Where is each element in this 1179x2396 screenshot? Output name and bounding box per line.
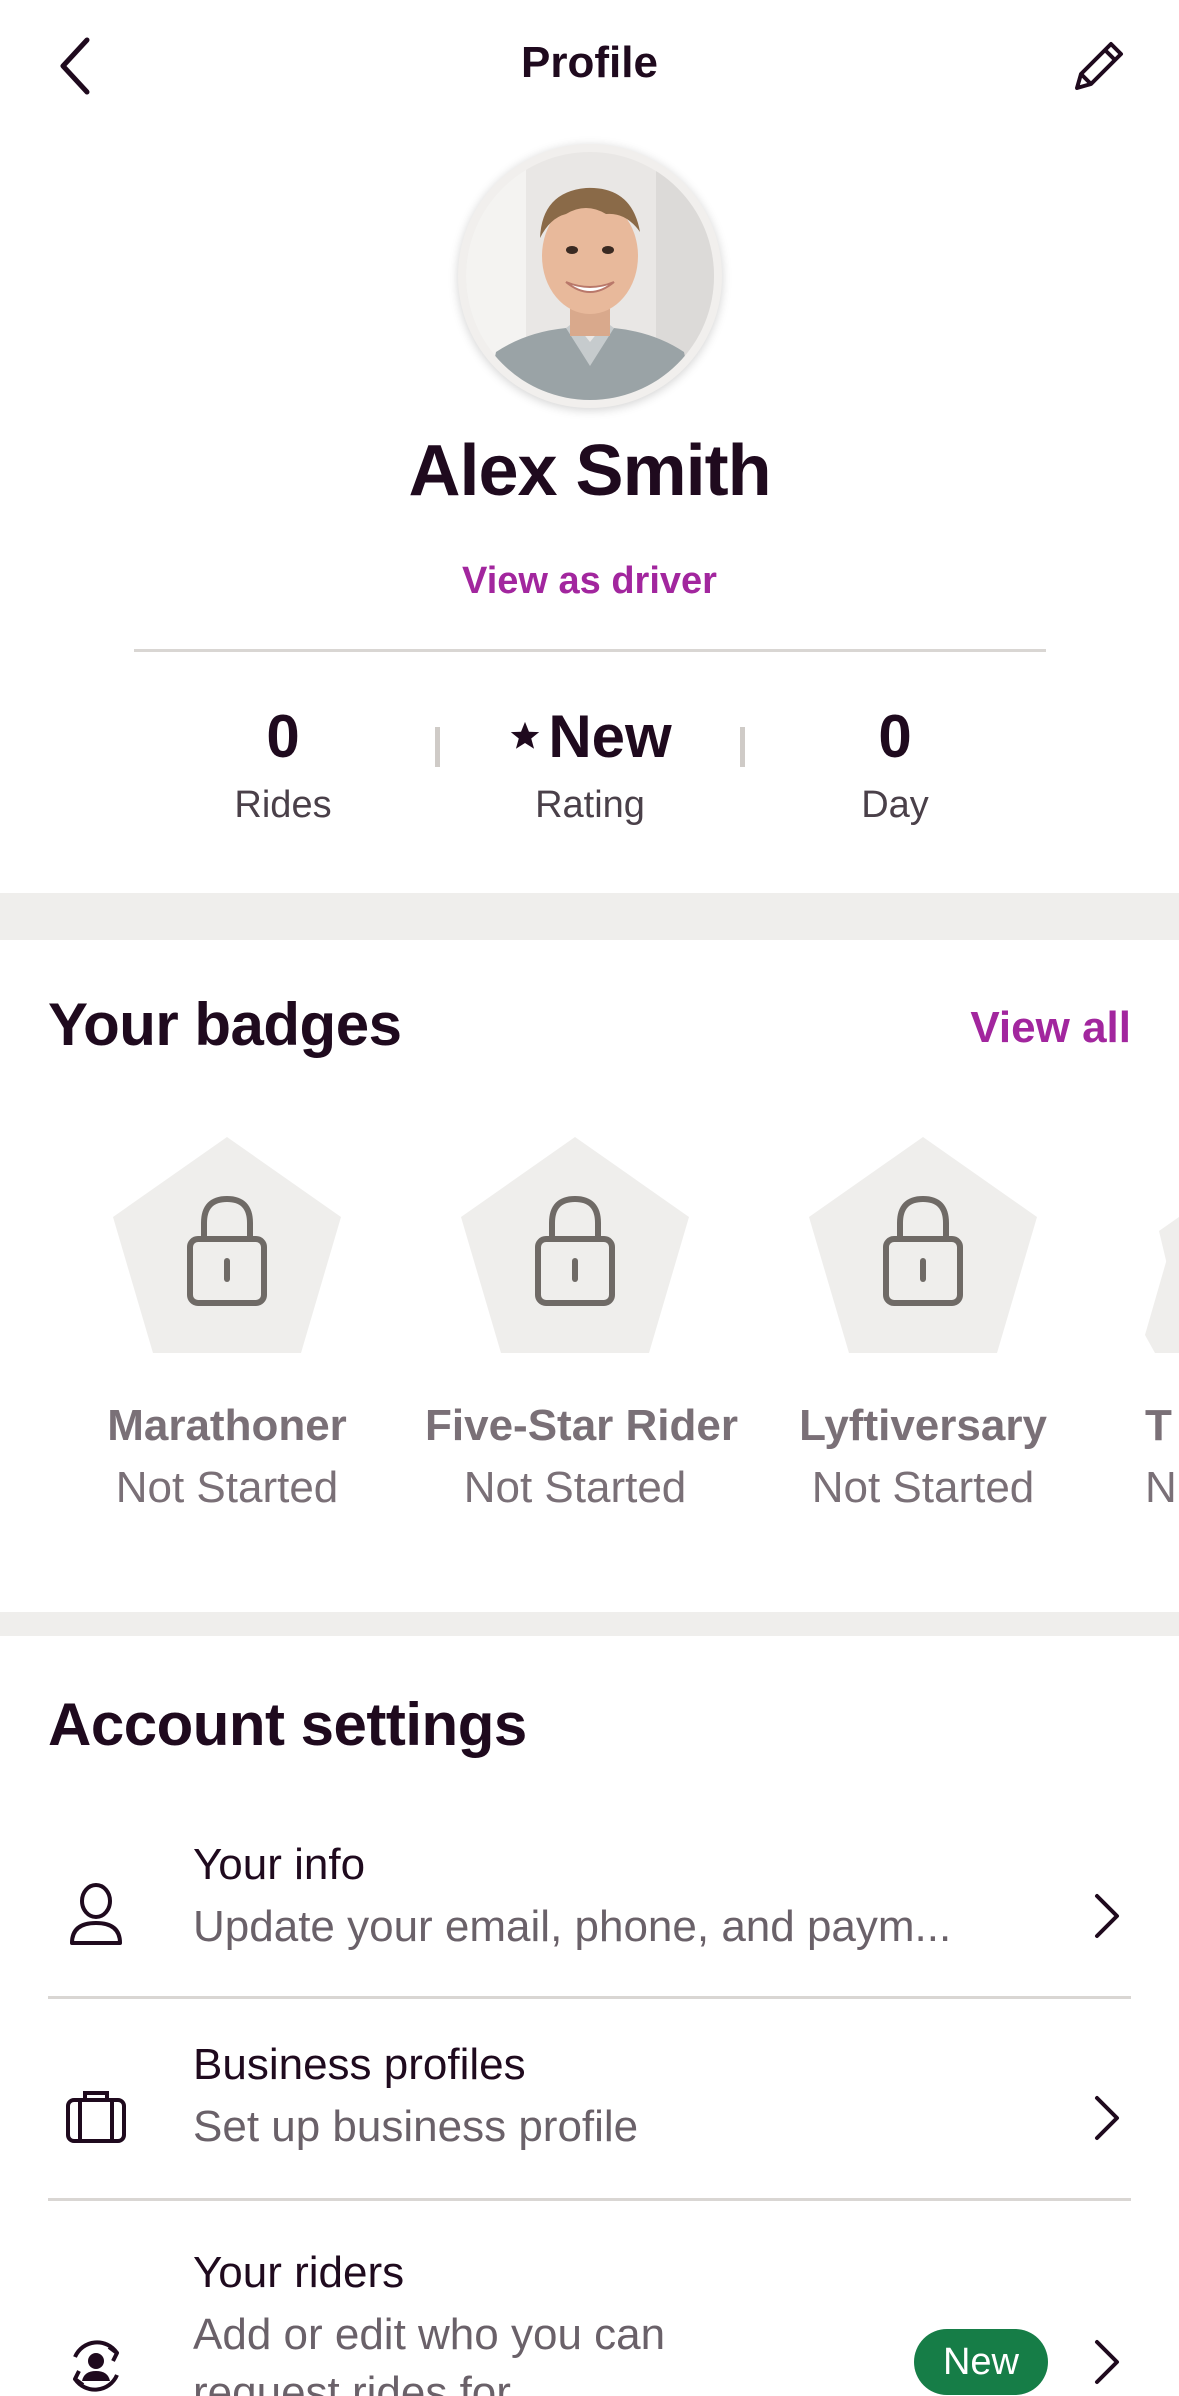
riders-icon [60, 2330, 132, 2396]
stat-rating-text: New [548, 702, 672, 770]
chevron-right-icon [1081, 1886, 1131, 1946]
badge-pentagon [807, 1135, 1039, 1355]
edit-profile-button[interactable] [1059, 26, 1139, 106]
new-badge: New [914, 2329, 1048, 2395]
badge-partial[interactable]: T N [1145, 1135, 1179, 1555]
setting-your-riders[interactable]: Your riders Add or edit who you can requ… [0, 2220, 1179, 2396]
pencil-icon [1075, 42, 1123, 90]
setting-subtitle-line2: request rides for [193, 2368, 511, 2396]
star-icon [511, 721, 540, 749]
stat-rating: New Rating [440, 700, 740, 827]
profile-photo [466, 152, 714, 400]
setting-your-info[interactable]: Your info Update your email, phone, and … [0, 1820, 1179, 2020]
chevron-right-icon [1081, 2088, 1131, 2148]
setting-subtitle: Set up business profile [193, 2102, 639, 2151]
header: Profile [0, 0, 1179, 140]
stat-rides-label: Rides [234, 784, 332, 826]
badge-name: Lyftiversary [799, 1401, 1047, 1450]
setting-title: Your riders [193, 2248, 405, 2297]
badge-marathoner[interactable]: Marathoner Not Started [77, 1135, 377, 1513]
section-divider [0, 893, 1179, 940]
badge-name: T [1145, 1401, 1172, 1450]
view-all-badges-link[interactable]: View all [970, 1003, 1131, 1053]
setting-subtitle: Add or edit who you can [193, 2310, 666, 2359]
badge-name: Marathoner [107, 1401, 347, 1450]
briefcase-icon [60, 2080, 132, 2152]
badge-status: Not Started [811, 1463, 1035, 1512]
stat-day: 0 Day [745, 700, 1045, 827]
setting-subtitle: Update your email, phone, and paym... [193, 1902, 952, 1951]
setting-title: Your info [193, 1840, 366, 1889]
stat-rides: 0 Rides [133, 700, 433, 827]
badge-lyftiversary[interactable]: Lyftiversary Not Started [773, 1135, 1073, 1513]
badge-status: Not Started [463, 1463, 687, 1512]
setting-business-profiles[interactable]: Business profiles Set up business profil… [0, 2020, 1179, 2220]
divider [134, 649, 1046, 652]
user-name: Alex Smith [408, 431, 771, 511]
section-divider [0, 1612, 1179, 1636]
account-settings-title: Account settings [48, 1691, 527, 1758]
page-title: Profile [521, 38, 658, 87]
badges-title: Your badges [48, 991, 402, 1058]
avatar[interactable] [458, 144, 722, 408]
chevron-right-icon [1081, 2332, 1131, 2392]
row-divider [48, 2198, 1131, 2201]
badge-status: Not Started [115, 1463, 339, 1512]
view-as-driver-link[interactable]: View as driver [0, 560, 1179, 603]
badge-five-star-rider[interactable]: Five-Star Rider Not Started [425, 1135, 738, 1513]
stat-day-label: Day [861, 784, 929, 826]
stat-rating-label: Rating [535, 784, 645, 826]
stat-rides-value: 0 [266, 702, 300, 770]
row-divider [48, 1996, 1131, 1999]
badge-pentagon [111, 1135, 343, 1355]
badge-status: N [1145, 1463, 1177, 1512]
stat-rating-value: New [440, 700, 740, 772]
badge-pentagon [459, 1135, 691, 1355]
setting-title: Business profiles [193, 2040, 526, 2089]
badge-name: Five-Star Rider [425, 1401, 738, 1450]
badge-pentagon [1145, 1137, 1179, 1353]
person-icon [60, 1878, 132, 1950]
stat-day-value: 0 [878, 702, 912, 770]
